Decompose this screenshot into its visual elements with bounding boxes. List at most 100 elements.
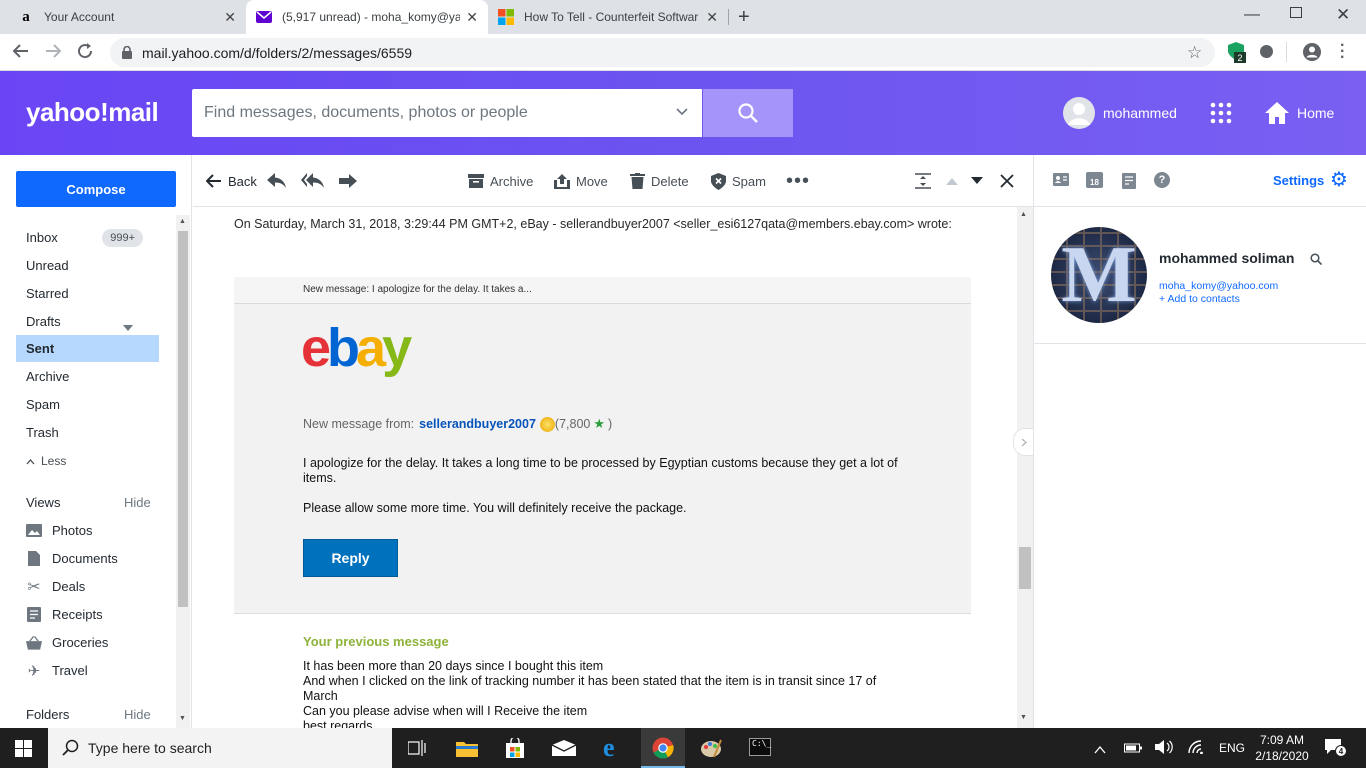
scroll-up-arrow-icon[interactable]: ▲ xyxy=(1020,211,1027,218)
extension-shield-icon[interactable]: 2 xyxy=(1228,42,1246,63)
sidebar-item-drafts[interactable]: Drafts xyxy=(16,308,159,335)
sidebar-item-starred[interactable]: Starred xyxy=(16,280,159,307)
browser-tab-strip: a Your Account ✕ (5,917 unread) - moha_k… xyxy=(0,0,1366,34)
wifi-icon[interactable] xyxy=(1188,740,1206,759)
sidebar-item-receipts[interactable]: Receipts xyxy=(16,601,159,628)
contact-email[interactable]: moha_komy@yahoo.com xyxy=(1159,280,1278,292)
contacts-card-icon[interactable] xyxy=(1053,173,1069,191)
spam-button[interactable]: Spam xyxy=(711,155,766,207)
sidebar-item-documents[interactable]: Documents xyxy=(16,545,159,572)
new-tab-plus-icon[interactable]: + xyxy=(738,6,750,29)
chevron-down-icon[interactable] xyxy=(123,319,133,334)
reply-button[interactable] xyxy=(267,155,293,207)
views-hide-button[interactable]: Hide xyxy=(124,495,151,510)
ebay-reply-button[interactable]: Reply xyxy=(303,539,398,577)
contact-avatar[interactable]: M xyxy=(1051,227,1147,323)
sidebar-item-trash[interactable]: Trash xyxy=(16,419,159,446)
tab-yahoo-mail[interactable]: (5,917 unread) - moha_komy@ya ✕ xyxy=(246,0,488,34)
sidebar-item-unread[interactable]: Unread xyxy=(16,252,159,279)
tab-close-icon[interactable]: ✕ xyxy=(224,9,236,26)
browser-menu-icon[interactable]: · · · xyxy=(1340,38,1345,66)
search-input[interactable]: Find messages, documents, photos or peop… xyxy=(192,89,702,137)
search-dropdown-chevron-icon[interactable] xyxy=(676,103,688,121)
tray-chevron-up-icon[interactable] xyxy=(1094,741,1106,759)
scroll-down-arrow-icon[interactable]: ▼ xyxy=(179,715,186,722)
archive-button[interactable]: Archive xyxy=(468,155,533,207)
tab-your-account[interactable]: a Your Account ✕ xyxy=(8,0,246,34)
command-prompt-icon[interactable]: C:\_ xyxy=(749,738,771,756)
next-message-icon[interactable] xyxy=(971,155,989,207)
sidebar-item-groceries[interactable]: Groceries xyxy=(16,629,159,656)
back-button[interactable]: Back xyxy=(206,155,257,207)
user-avatar[interactable] xyxy=(1063,97,1095,129)
sidebar-item-deals[interactable]: ✂ Deals xyxy=(16,573,159,600)
window-close-icon[interactable]: ✕ xyxy=(1336,5,1350,25)
window-restore-icon[interactable] xyxy=(1290,7,1302,18)
action-center-icon[interactable]: 4 xyxy=(1325,739,1347,760)
taskbar-search-input[interactable]: Type here to search xyxy=(48,728,392,768)
forward-button[interactable] xyxy=(339,155,363,207)
tab-close-icon[interactable]: ✕ xyxy=(466,9,478,26)
sidebar-item-inbox[interactable]: Inbox 999+ xyxy=(16,224,159,251)
system-clock[interactable]: 7:09 AM 2/18/2020 xyxy=(1254,732,1310,764)
chrome-taskbar-button[interactable] xyxy=(641,728,685,768)
reply-all-button[interactable] xyxy=(301,155,331,207)
delete-button[interactable]: Delete xyxy=(630,155,689,207)
file-explorer-icon[interactable] xyxy=(456,740,478,762)
user-name[interactable]: mohammed xyxy=(1103,105,1177,121)
sidebar-scrollbar-thumb[interactable] xyxy=(178,231,188,607)
battery-icon[interactable] xyxy=(1124,741,1142,759)
sender-username-link[interactable]: sellerandbuyer2007 xyxy=(419,417,536,431)
move-button[interactable]: Move xyxy=(554,155,608,207)
tab-close-icon[interactable]: ✕ xyxy=(706,9,718,26)
close-message-icon[interactable] xyxy=(1000,155,1020,207)
sidebar-item-travel[interactable]: ✈ Travel xyxy=(16,657,159,684)
sidebar-item-archive[interactable]: Archive xyxy=(16,363,159,390)
edge-browser-icon[interactable]: e xyxy=(603,735,615,761)
sidebar-less-toggle[interactable]: Less xyxy=(16,447,159,474)
previous-message-icon[interactable] xyxy=(946,155,964,207)
sidebar-item-spam[interactable]: Spam xyxy=(16,391,159,418)
more-actions-icon[interactable]: ••• xyxy=(786,155,810,207)
windows-start-icon[interactable] xyxy=(15,740,32,762)
search-button[interactable] xyxy=(703,89,793,137)
ebay-logo[interactable]: ebay xyxy=(301,317,412,379)
home-link[interactable]: Home xyxy=(1297,105,1334,121)
volume-icon[interactable] xyxy=(1155,739,1173,760)
home-icon[interactable] xyxy=(1265,101,1289,130)
calendar-icon[interactable]: 18 xyxy=(1086,172,1103,188)
bookmark-star-icon[interactable]: ☆ xyxy=(1187,43,1202,63)
settings-link[interactable]: Settings xyxy=(1273,173,1324,188)
store-icon[interactable] xyxy=(505,736,525,763)
notepad-icon[interactable] xyxy=(1122,173,1136,194)
yahoo-mail-logo[interactable]: yahoo!mail xyxy=(26,97,159,128)
input-language[interactable]: ENG xyxy=(1219,741,1245,755)
browser-back-icon[interactable] xyxy=(12,42,30,65)
extension-circle-icon[interactable] xyxy=(1260,45,1273,58)
sidebar-item-photos[interactable]: Photos xyxy=(16,517,159,544)
profile-icon[interactable] xyxy=(1302,42,1322,67)
sidebar-scrollbar[interactable]: ▲ ▼ xyxy=(176,215,190,728)
apps-grid-icon[interactable] xyxy=(1210,102,1232,129)
contact-search-icon[interactable] xyxy=(1310,252,1323,270)
compose-button[interactable]: Compose xyxy=(16,171,176,207)
collapse-pane-chevron-icon[interactable] xyxy=(1013,428,1035,456)
message-scrollbar[interactable]: ▲ ▼ xyxy=(1017,207,1033,728)
add-to-contacts-link[interactable]: + Add to contacts xyxy=(1159,293,1240,305)
expand-view-icon[interactable] xyxy=(915,155,937,207)
gear-icon[interactable]: ⚙ xyxy=(1330,170,1348,190)
mail-app-icon[interactable] xyxy=(551,740,577,761)
sidebar-item-sent[interactable]: Sent xyxy=(16,335,159,362)
window-minimize-icon[interactable]: — xyxy=(1244,6,1260,24)
tab-counterfeit-software[interactable]: How To Tell - Counterfeit Softwar ✕ xyxy=(488,0,728,34)
task-view-icon[interactable] xyxy=(407,740,426,761)
scroll-down-arrow-icon[interactable]: ▼ xyxy=(1020,714,1027,721)
folders-hide-button[interactable]: Hide xyxy=(124,707,151,722)
scroll-up-arrow-icon[interactable]: ▲ xyxy=(179,218,186,225)
message-scrollbar-thumb[interactable] xyxy=(1019,547,1031,589)
browser-forward-icon[interactable] xyxy=(44,42,62,65)
address-bar[interactable]: mail.yahoo.com/d/folders/2/messages/6559… xyxy=(110,38,1215,67)
browser-reload-icon[interactable] xyxy=(76,42,94,65)
paint-app-icon[interactable] xyxy=(700,737,722,764)
help-icon[interactable]: ? xyxy=(1154,172,1170,188)
